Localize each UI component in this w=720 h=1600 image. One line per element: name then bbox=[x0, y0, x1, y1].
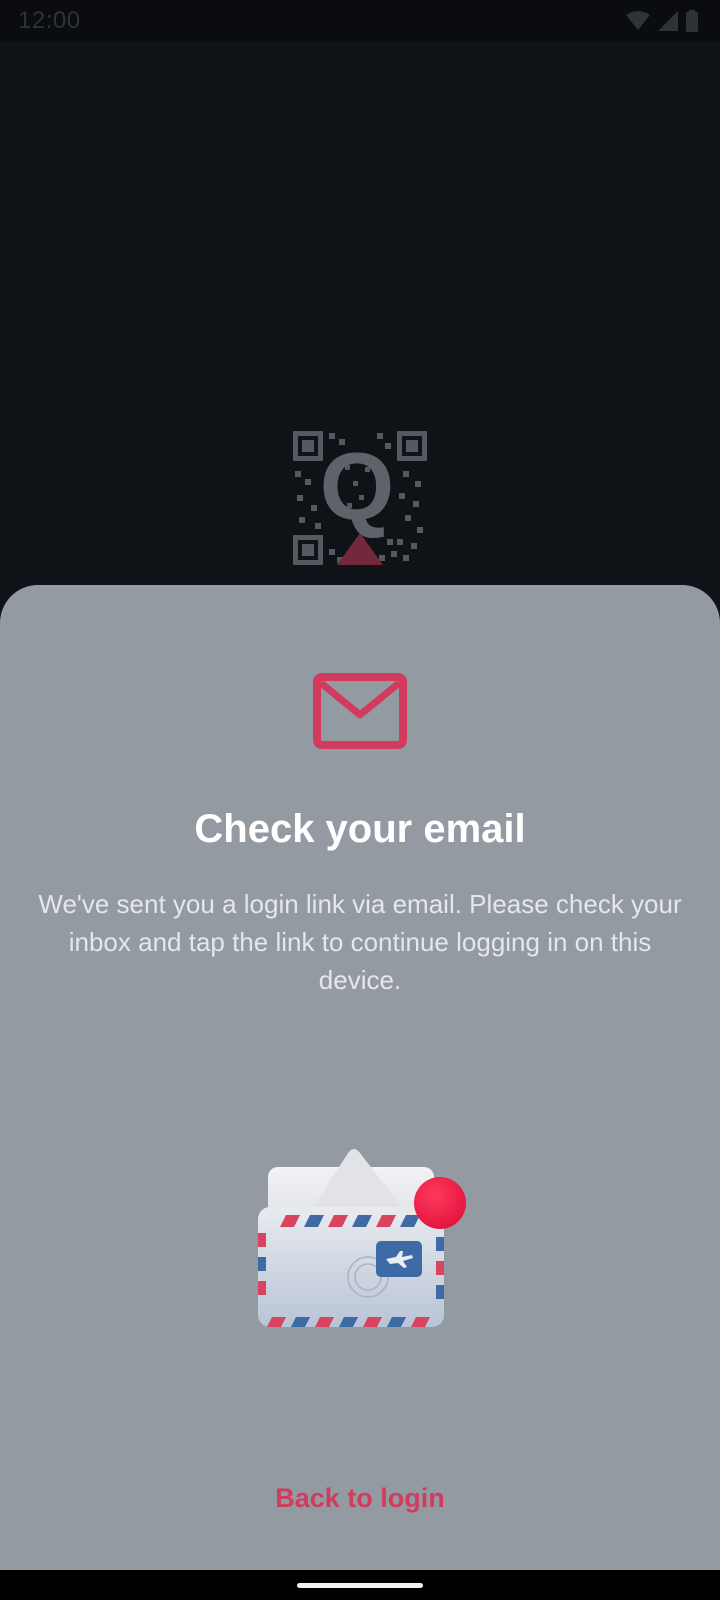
qr-q-logo: Q bbox=[293, 431, 427, 565]
screen: 12:00 Q Check your email We've sent you … bbox=[0, 0, 720, 1600]
navigation-bar bbox=[0, 1570, 720, 1600]
back-to-login-button[interactable]: Back to login bbox=[200, 1473, 520, 1523]
wifi-icon bbox=[626, 11, 650, 30]
mail-icon bbox=[313, 673, 407, 749]
signal-icon bbox=[658, 11, 678, 31]
status-icons bbox=[626, 10, 698, 32]
home-indicator[interactable] bbox=[297, 1583, 423, 1588]
page-title: Check your email bbox=[194, 807, 526, 851]
bottom-sheet: Check your email We've sent you a login … bbox=[0, 585, 720, 1570]
status-bar: 12:00 bbox=[0, 0, 720, 42]
instruction-text: We've sent you a login link via email. P… bbox=[38, 889, 682, 995]
status-time: 12:00 bbox=[18, 7, 81, 34]
airmail-envelope-illustration bbox=[258, 1149, 466, 1327]
svg-text:Q: Q bbox=[320, 433, 395, 540]
battery-icon bbox=[686, 10, 698, 32]
